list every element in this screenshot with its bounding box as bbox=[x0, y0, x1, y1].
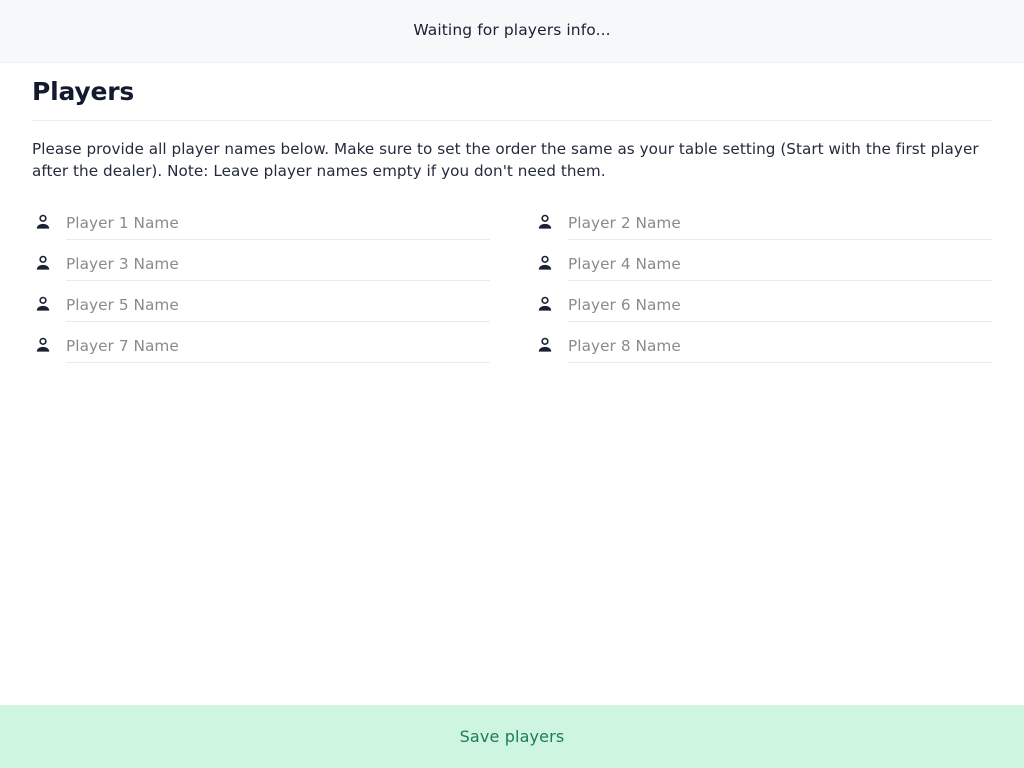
player-1-name-input[interactable] bbox=[66, 213, 490, 240]
person-icon bbox=[32, 211, 54, 233]
player-row bbox=[534, 240, 992, 281]
player-row bbox=[32, 281, 490, 322]
player-row bbox=[534, 199, 992, 240]
person-icon bbox=[534, 334, 556, 356]
status-bar: Waiting for players info... bbox=[0, 0, 1024, 63]
save-players-button[interactable]: Save players bbox=[0, 705, 1024, 768]
person-icon bbox=[534, 293, 556, 315]
player-8-name-input[interactable] bbox=[568, 336, 992, 363]
save-players-label: Save players bbox=[459, 726, 565, 746]
player-row bbox=[32, 322, 490, 363]
player-row bbox=[32, 240, 490, 281]
player-5-name-input[interactable] bbox=[66, 295, 490, 322]
player-3-name-input[interactable] bbox=[66, 254, 490, 281]
player-row bbox=[534, 322, 992, 363]
page-description: Please provide all player names below. M… bbox=[32, 140, 979, 180]
page-title: Players bbox=[32, 77, 135, 106]
player-2-name-input[interactable] bbox=[568, 213, 992, 240]
players-grid bbox=[32, 199, 992, 363]
person-icon bbox=[534, 211, 556, 233]
person-icon bbox=[32, 334, 54, 356]
player-4-name-input[interactable] bbox=[568, 254, 992, 281]
player-7-name-input[interactable] bbox=[66, 336, 490, 363]
status-message: Waiting for players info... bbox=[413, 21, 611, 40]
person-icon bbox=[32, 293, 54, 315]
person-icon bbox=[534, 252, 556, 274]
person-icon bbox=[32, 252, 54, 274]
player-row bbox=[534, 281, 992, 322]
player-row bbox=[32, 199, 490, 240]
players-panel: Players Please provide all player names … bbox=[0, 64, 1024, 705]
player-6-name-input[interactable] bbox=[568, 295, 992, 322]
